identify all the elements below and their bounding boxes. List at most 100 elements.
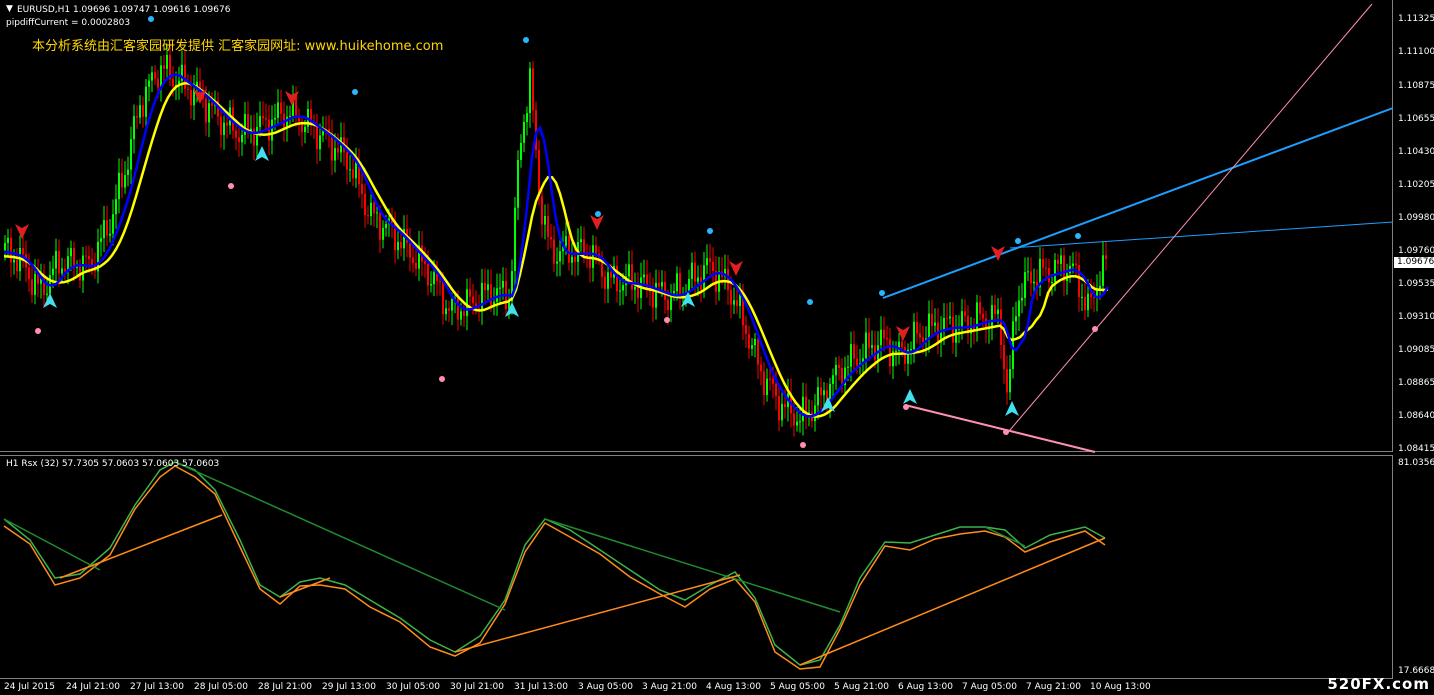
candle-body [556, 261, 558, 264]
price-tick: 1.08640 [1398, 411, 1434, 421]
candle-body [904, 347, 906, 364]
candle-body [1060, 255, 1062, 264]
candle-body [226, 122, 228, 126]
candle-body [592, 245, 594, 268]
candle-body [379, 212, 381, 240]
candle-body [115, 199, 117, 215]
candle-body [499, 287, 501, 289]
fractal-down-dot [35, 328, 41, 334]
candle-body [127, 169, 129, 176]
candle-body [655, 282, 657, 308]
candle-body [769, 378, 771, 380]
candle-body [1105, 255, 1107, 260]
candle-body [631, 264, 633, 290]
candle-body [364, 193, 366, 216]
rsx-header: H1 Rsx (32) 57.7305 57.0603 57.0603 57.0… [6, 459, 220, 469]
rsx-signal-line [3, 465, 1106, 670]
candle-body [100, 238, 102, 242]
candle-body [373, 202, 375, 214]
candle-body [253, 128, 255, 146]
candle-body [778, 396, 780, 421]
candle-body [385, 223, 387, 229]
candle-body [736, 300, 738, 307]
candle-body [16, 259, 18, 272]
price-tick: 1.09980 [1398, 213, 1434, 223]
price-tick: 1.09760 [1398, 246, 1434, 256]
candle-body [673, 291, 675, 294]
fractal-down-dot [664, 317, 670, 323]
fractal-down-dot [800, 442, 806, 448]
candle-body [337, 148, 339, 153]
candle-body [1054, 259, 1056, 282]
time-tick: 30 Jul 05:00 [386, 682, 440, 692]
candle-body [367, 215, 369, 217]
price-tick: 1.09085 [1398, 345, 1434, 355]
candle-body [955, 328, 957, 343]
candle-body [727, 268, 729, 290]
candle-body [460, 311, 462, 320]
candle-body [148, 80, 150, 87]
fractal-up-dot [879, 290, 885, 296]
candle-body [400, 241, 402, 249]
candle-body [28, 267, 30, 280]
candle-body [190, 89, 192, 106]
candle-body [61, 268, 63, 274]
candle-body [106, 220, 108, 236]
promo-url[interactable]: www.huikehome.com [305, 39, 444, 54]
candle-body [265, 118, 267, 120]
candle-body [286, 116, 288, 128]
candle-body [52, 268, 54, 276]
time-tick: 5 Aug 05:00 [770, 682, 825, 692]
candle-body [1048, 267, 1050, 283]
time-tick: 4 Aug 13:00 [706, 682, 761, 692]
candle-body [526, 113, 528, 123]
fractal-up-dot [1015, 238, 1021, 244]
candle-body [130, 139, 132, 170]
trend-line-blue [882, 107, 1394, 299]
candle-body [22, 247, 24, 255]
candle-body [415, 262, 417, 269]
candle-body [799, 421, 801, 423]
candle-body [757, 338, 759, 365]
candle-body [1045, 267, 1047, 269]
candle-body [871, 345, 873, 348]
candle-body [568, 236, 570, 263]
candle-body [166, 54, 168, 69]
sell-arrow-icon [729, 261, 743, 276]
candle-body [1018, 300, 1020, 317]
time-tick: 7 Aug 21:00 [1026, 682, 1081, 692]
candle-body [271, 119, 273, 141]
candle-body [850, 344, 852, 367]
candle-body [622, 285, 624, 291]
candle-body [1075, 263, 1077, 266]
time-tick: 30 Jul 21:00 [450, 682, 504, 692]
indicator-readout: pipdiffCurrent = 0.0002803 [6, 18, 131, 28]
chart-canvas[interactable] [0, 0, 1434, 695]
candle-body [520, 142, 522, 160]
candle-body [532, 68, 534, 111]
candle-body [73, 248, 75, 268]
menu-arrow-icon[interactable]: ▼ [6, 4, 13, 14]
candle-body [658, 282, 660, 287]
candle-body [991, 305, 993, 329]
candle-body [172, 79, 174, 87]
candle-body [766, 378, 768, 395]
time-tick: 29 Jul 13:00 [322, 682, 376, 692]
candle-body [931, 313, 933, 326]
candle-body [793, 413, 795, 426]
candle-body [103, 220, 105, 239]
candle-body [1003, 344, 1005, 370]
candle-body [4, 242, 6, 251]
trend-line-blue-thin [1009, 221, 1394, 249]
fractal-up-dot [595, 211, 601, 217]
candle-body [517, 159, 519, 208]
candle-body [82, 255, 84, 281]
candle-body [547, 215, 549, 238]
candle-body [574, 256, 576, 262]
fractal-up-dot [148, 16, 154, 22]
fractal-up-dot [352, 89, 358, 95]
candle-body [124, 175, 126, 188]
candle-body [85, 255, 87, 257]
candle-body [34, 273, 36, 295]
chart-window[interactable]: ▼ EURUSD,H1 1.09696 1.09747 1.09616 1.09… [0, 0, 1434, 695]
